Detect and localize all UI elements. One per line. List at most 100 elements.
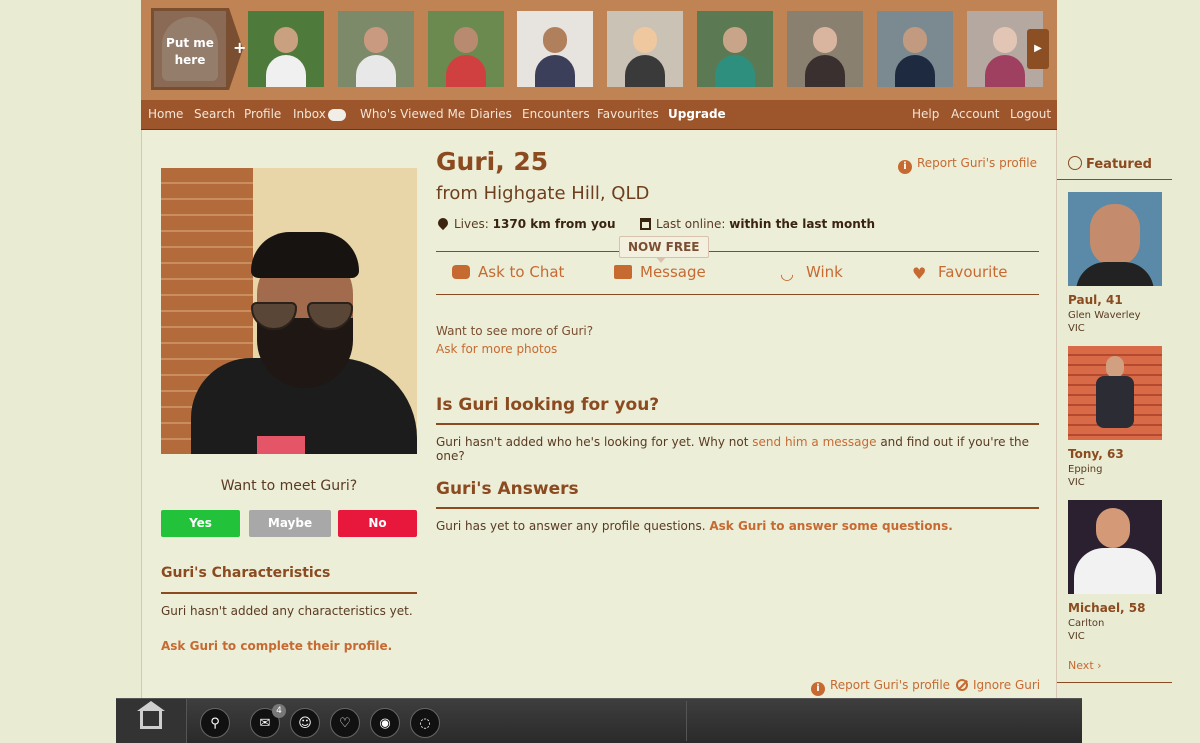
bottom-toolbar: ⚲ ✉ 4 ☺ ♡ ◉ ◌ [116, 698, 1082, 743]
favourite-button[interactable]: ♥ Favourite [912, 263, 1007, 282]
nav-logout[interactable]: Logout [1010, 100, 1051, 129]
chat-bubble-icon: ◌ [419, 716, 431, 731]
nav-account[interactable]: Account [951, 100, 999, 129]
answers-text-start: Guri has yet to answer any profile quest… [436, 519, 710, 533]
report-profile-label: Report Guri's profile [916, 156, 1037, 170]
characteristics-divider [161, 592, 417, 594]
home-button[interactable] [116, 699, 187, 743]
online-value: within the last month [729, 217, 876, 231]
report-profile-link-bottom[interactable]: i Report Guri's profile [811, 678, 950, 696]
block-icon [956, 679, 968, 691]
looking-for-divider [436, 423, 1039, 425]
photo-strip-thumbnail[interactable] [428, 11, 504, 87]
featured-state: VIC [1068, 631, 1085, 642]
chat-button[interactable]: ◌ [410, 708, 440, 738]
photo-strip-thumbnail[interactable] [697, 11, 773, 87]
featured-photo[interactable] [1068, 500, 1162, 594]
nav-search[interactable]: Search [194, 100, 235, 129]
featured-suburb: Carlton [1068, 618, 1105, 629]
favourites-button[interactable]: ♡ [330, 708, 360, 738]
ask-answer-questions-link[interactable]: Ask Guri to answer some questions. [709, 519, 952, 533]
complete-profile-link[interactable]: Ask Guri to complete their profile. [161, 639, 392, 653]
distance-stat: Lives: 1370 km from you [435, 215, 616, 231]
page-margin-left [0, 0, 141, 742]
photo-strip-thumbnail[interactable] [877, 11, 953, 87]
put-me-here-label: Put me here [166, 36, 214, 67]
featured-photo[interactable] [1068, 192, 1162, 286]
search-button[interactable]: ⚲ [200, 708, 230, 738]
photo-strip: Put me here + ▶ [141, 0, 1057, 100]
featured-title: Featured [1068, 156, 1152, 172]
viewed-me-button[interactable]: ◉ [370, 708, 400, 738]
profile-name-age: Guri, 25 [436, 147, 549, 176]
heart-icon: ♡ [339, 716, 351, 731]
profile-photo[interactable] [161, 168, 417, 454]
ignore-user-link[interactable]: Ignore Guri [956, 678, 1040, 692]
toolbar-divider [686, 701, 687, 741]
characteristics-title: Guri's Characteristics [161, 565, 331, 581]
ask-to-chat-button[interactable]: Ask to Chat [452, 263, 564, 281]
message-button[interactable]: Message [614, 263, 706, 281]
looking-for-text: Guri hasn't added who he's looking for y… [436, 435, 1056, 463]
answers-divider [436, 507, 1039, 509]
featured-name[interactable]: Paul, 41 [1068, 293, 1123, 307]
nav-help[interactable]: Help [912, 100, 939, 129]
featured-title-label: Featured [1086, 157, 1152, 172]
actions-bottom-divider [436, 294, 1039, 295]
featured-photo[interactable] [1068, 346, 1162, 440]
chevron-right-icon: › [1097, 659, 1102, 672]
put-me-here-tile[interactable]: Put me here [151, 8, 229, 90]
user-circle-icon [1068, 156, 1082, 170]
report-profile-link-top[interactable]: i Report Guri's profile [897, 156, 1037, 174]
nav-profile[interactable]: Profile [244, 100, 281, 129]
ignore-label: Ignore Guri [973, 678, 1041, 692]
ask-for-photos-link[interactable]: Ask for more photos [436, 342, 557, 356]
home-icon [137, 701, 165, 729]
inbox-toggle-icon [327, 108, 346, 121]
chat-bubble-icon [452, 265, 470, 279]
info-icon: i [811, 682, 825, 696]
featured-state: VIC [1068, 477, 1085, 488]
search-icon: ⚲ [210, 716, 220, 731]
last-online-stat: Last online: within the last month [640, 217, 875, 231]
profile-main: Want to meet Guri? Yes Maybe No Guri's C… [141, 130, 1057, 700]
characteristics-text: Guri hasn't added any characteristics ye… [161, 604, 413, 618]
nav-upgrade[interactable]: Upgrade [668, 100, 726, 129]
photo-strip-thumbnail[interactable] [338, 11, 414, 87]
online-label: Last online: [656, 217, 726, 231]
nav-diaries[interactable]: Diaries [470, 100, 512, 129]
report-bottom-label: Report Guri's profile [830, 678, 951, 692]
calendar-icon [640, 218, 651, 230]
nav-whos-viewed-me[interactable]: Who's Viewed Me [360, 100, 465, 129]
meet-maybe-button[interactable]: Maybe [249, 510, 331, 537]
meet-yes-button[interactable]: Yes [161, 510, 240, 537]
nav-home[interactable]: Home [148, 100, 183, 129]
wink-face-icon: ◡ [780, 264, 794, 283]
looking-for-title: Is Guri looking for you? [436, 395, 660, 415]
photo-strip-thumbnail[interactable] [607, 11, 683, 87]
photo-strip-thumbnail[interactable] [787, 11, 863, 87]
nav-favourites[interactable]: Favourites [597, 100, 659, 129]
now-free-tooltip: NOW FREE [619, 236, 709, 263]
envelope-icon [614, 265, 632, 279]
meet-no-button[interactable]: No [338, 510, 417, 537]
featured-name[interactable]: Tony, 63 [1068, 447, 1124, 461]
wink-button[interactable]: ◡ Wink [780, 263, 843, 282]
nav-encounters[interactable]: Encounters [522, 100, 590, 129]
featured-state: VIC [1068, 323, 1085, 334]
answers-title: Guri's Answers [436, 479, 579, 499]
featured-suburb: Epping [1068, 464, 1103, 475]
see-more-text: Want to see more of Guri? [436, 324, 594, 338]
photo-strip-thumbnail[interactable] [248, 11, 324, 87]
plus-icon: + [233, 38, 247, 57]
featured-sidebar: Featured Paul, 41 Glen Waverley VIC Tony… [1057, 130, 1200, 742]
wink-button[interactable]: ☺ [290, 708, 320, 738]
featured-name[interactable]: Michael, 58 [1068, 601, 1146, 615]
photo-strip-thumbnail[interactable] [517, 11, 593, 87]
location-pin-icon [435, 215, 451, 231]
eye-icon: ◉ [379, 716, 391, 731]
nav-inbox[interactable]: Inbox [293, 100, 346, 129]
send-message-link[interactable]: send him a message [752, 435, 876, 449]
photo-strip-next-button[interactable]: ▶ [1027, 29, 1049, 69]
featured-next-link[interactable]: Next › [1068, 659, 1102, 672]
